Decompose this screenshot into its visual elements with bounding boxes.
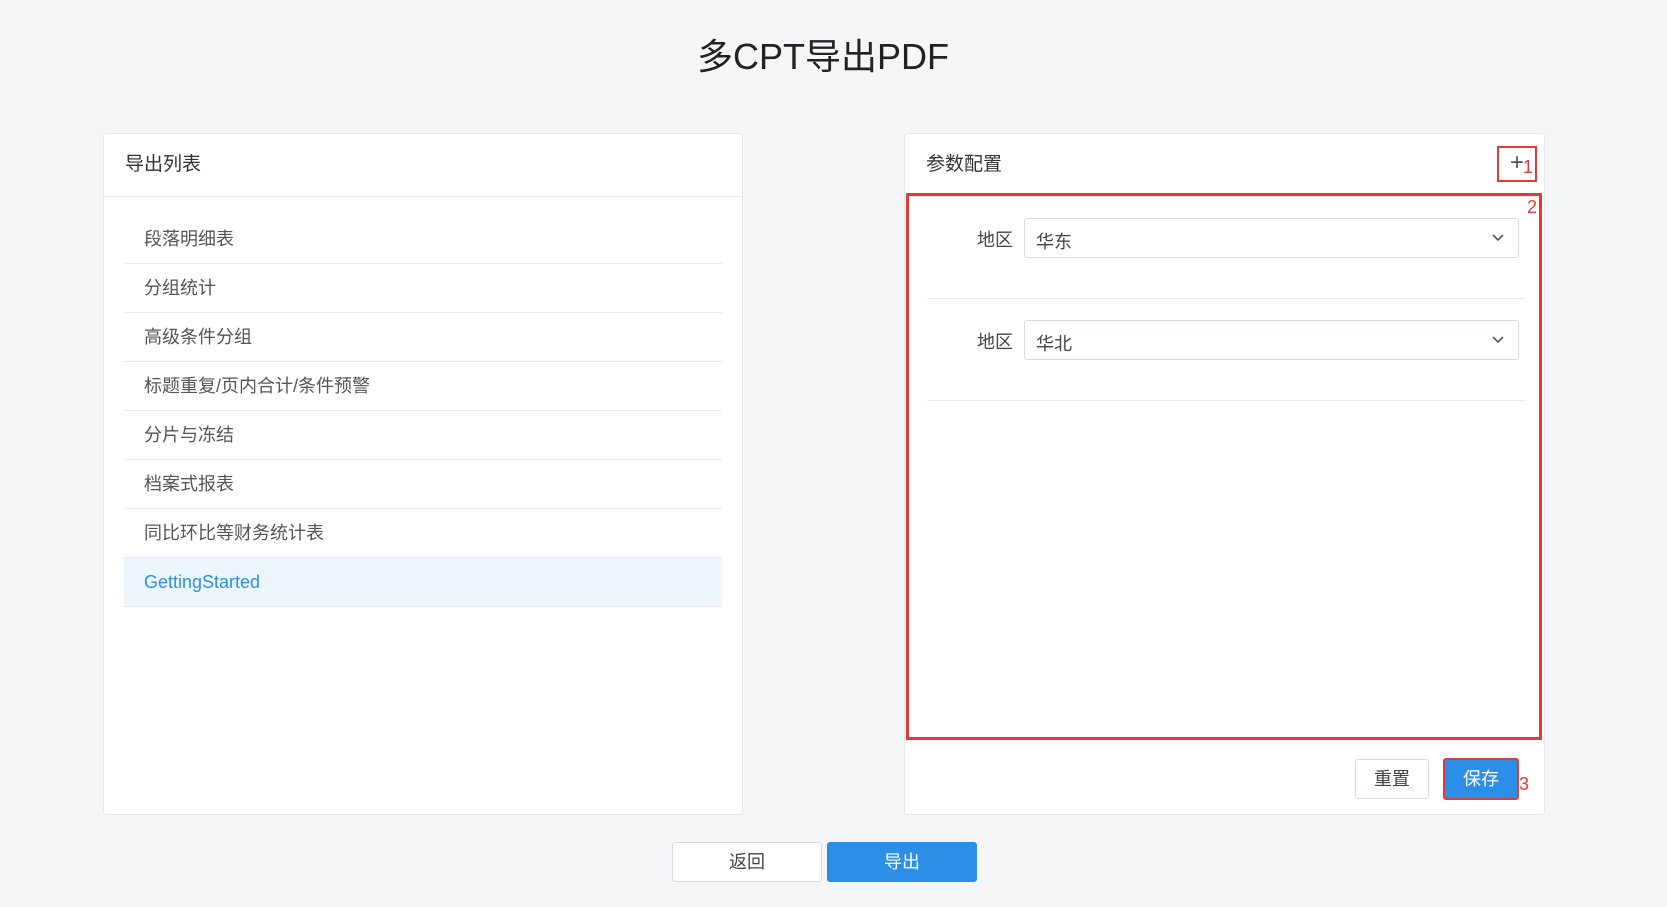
export-list-item[interactable]: 档案式报表 — [124, 460, 722, 509]
param-row: 地区 华北 — [927, 298, 1525, 401]
page-title: 多CPT导出PDF — [696, 36, 949, 77]
param-label: 地区 — [977, 332, 1013, 352]
region-select[interactable]: 华东 — [1024, 218, 1519, 258]
region-select[interactable]: 华北 — [1024, 320, 1519, 360]
export-list-item[interactable]: 高级条件分组 — [124, 313, 722, 362]
export-list-item[interactable]: 段落明细表 — [124, 215, 722, 264]
chevron-down-icon — [1492, 234, 1504, 242]
reset-button[interactable]: 重置 — [1355, 759, 1429, 799]
param-label: 地区 — [977, 230, 1013, 250]
param-config-header: 参数配置 — [905, 134, 1544, 197]
chevron-down-icon — [1492, 336, 1504, 344]
annotation-3: 3 — [1519, 774, 1530, 794]
export-list-panel: 导出列表 段落明细表 分组统计 高级条件分组 标题重复/页内合计/条件预警 分片… — [103, 133, 743, 815]
export-list-item[interactable]: 分组统计 — [124, 264, 722, 313]
save-button[interactable]: 保存 — [1443, 758, 1519, 800]
param-row: 地区 华东 — [927, 196, 1525, 299]
export-button[interactable]: 导出 — [827, 842, 977, 882]
plus-icon: + — [1509, 149, 1524, 176]
region-select-value: 华东 — [1036, 232, 1072, 252]
param-config-title: 参数配置 — [926, 154, 1003, 175]
export-list-item[interactable]: 标题重复/页内合计/条件预警 — [124, 362, 722, 411]
export-list-item-selected[interactable]: GettingStarted — [124, 558, 722, 607]
back-button[interactable]: 返回 — [672, 842, 822, 882]
export-list-item[interactable]: 分片与冻结 — [124, 411, 722, 460]
annotation-2: 2 — [1527, 197, 1538, 217]
export-list: 段落明细表 分组统计 高级条件分组 标题重复/页内合计/条件预警 分片与冻结 档… — [104, 215, 742, 607]
export-list-item[interactable]: 同比环比等财务统计表 — [124, 509, 722, 558]
param-config-panel: 参数配置 + 地区 华东 地区 华北 重置 保存 — [904, 133, 1545, 815]
export-list-header: 导出列表 — [104, 134, 742, 197]
annotation-1: 1 — [1523, 157, 1534, 177]
param-area-highlight: 地区 华东 地区 华北 — [906, 193, 1542, 740]
region-select-value: 华北 — [1036, 334, 1072, 354]
